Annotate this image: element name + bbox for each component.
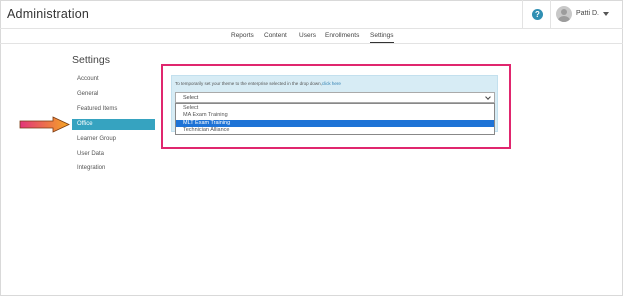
click-here-link[interactable]: click here	[322, 81, 341, 86]
caret-down-icon[interactable]	[603, 12, 609, 16]
question-circle-icon[interactable]: ?	[532, 9, 543, 20]
select-value: Select	[183, 95, 199, 101]
header-divider	[550, 0, 551, 29]
sidebar-item-office[interactable]: Office	[72, 119, 155, 130]
page-title: Settings	[72, 54, 110, 66]
sidebar-item-general[interactable]: General	[72, 89, 155, 100]
chevron-down-icon	[485, 94, 491, 100]
user-name[interactable]: Patti D.	[576, 10, 599, 17]
sidebar-item-integration[interactable]: Integration	[72, 163, 155, 174]
top-nav: Reports Content Users Enrollments Settin…	[0, 29, 623, 44]
arrow-right-icon	[19, 116, 70, 133]
info-text: To temporarily set your theme to the ent…	[175, 81, 341, 86]
sidebar-item-featured-items[interactable]: Featured Items	[72, 104, 155, 115]
sidebar-item-account[interactable]: Account	[72, 74, 155, 85]
app-title: Administration	[7, 7, 89, 21]
dropdown-option[interactable]: MA Exam Training	[176, 112, 494, 119]
nav-tab-settings[interactable]: Settings	[370, 32, 394, 43]
nav-tab-users[interactable]: Users	[299, 32, 316, 43]
nav-tab-reports[interactable]: Reports	[231, 32, 254, 43]
sidebar-item-user-data[interactable]: User Data	[72, 149, 155, 160]
sidebar-item-learner-group[interactable]: Learner Group	[72, 134, 155, 145]
header-divider	[522, 0, 523, 29]
dropdown-option[interactable]: Select	[176, 105, 494, 112]
nav-tab-enrollments[interactable]: Enrollments	[325, 32, 359, 43]
dropdown-option[interactable]: Technician Alliance	[176, 127, 494, 134]
dropdown-option[interactable]: MLT Exam Training	[176, 119, 494, 127]
avatar[interactable]	[556, 6, 572, 22]
enterprise-select[interactable]: Select	[175, 92, 495, 103]
enterprise-dropdown-list: Select MA Exam Training MLT Exam Trainin…	[175, 103, 495, 135]
header-bar: Administration ? Patti D.	[0, 0, 623, 29]
nav-tab-content[interactable]: Content	[264, 32, 287, 43]
